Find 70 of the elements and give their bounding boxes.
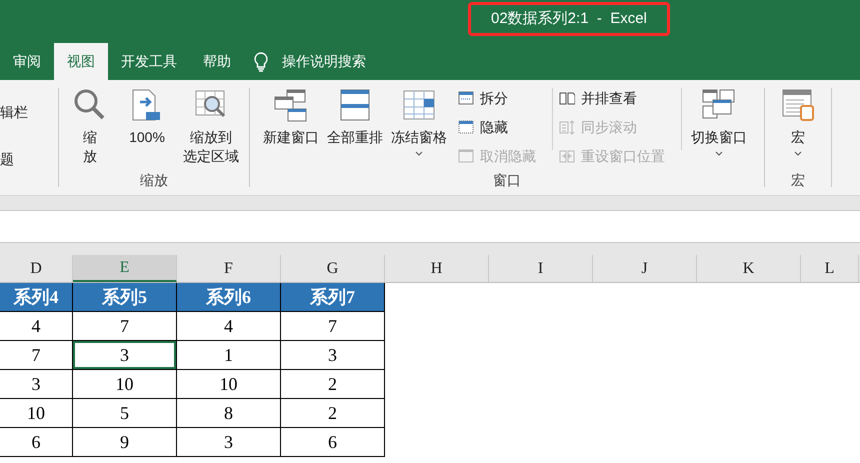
- side-by-side-icon: [559, 91, 575, 106]
- table-cell[interactable]: 7: [0, 341, 73, 370]
- magnifier-icon: [73, 88, 107, 122]
- column-header[interactable]: L: [801, 255, 859, 282]
- ribbon-button[interactable]: 缩 放: [61, 80, 119, 166]
- table-cell[interactable]: 3: [177, 428, 281, 457]
- table-cell[interactable]: 5: [73, 399, 177, 428]
- ribbon-command[interactable]: 隐藏: [458, 117, 546, 138]
- ribbon-tab[interactable]: 视图: [54, 43, 108, 80]
- table-cell[interactable]: 4: [177, 312, 281, 341]
- group-label: 窗口: [493, 171, 521, 190]
- table-cell[interactable]: 7: [73, 312, 177, 341]
- table-cell[interactable]: 2: [281, 399, 385, 428]
- table-cell[interactable]: 3: [0, 370, 73, 399]
- ribbon-command[interactable]: 辑栏: [0, 102, 58, 123]
- table-cell[interactable]: 7: [281, 312, 385, 341]
- sync-scroll-icon: [559, 120, 575, 135]
- ribbon-tab[interactable]: 审阅: [0, 43, 54, 80]
- ribbon-button[interactable]: 100%: [119, 80, 175, 147]
- table-header-cell: 系列5: [73, 283, 177, 312]
- ribbon-button[interactable]: 缩放到 选定区域: [175, 80, 247, 166]
- caret-icon: [715, 151, 723, 156]
- column-header[interactable]: J: [593, 255, 697, 282]
- ribbon-tab[interactable]: 开发工具: [108, 43, 190, 80]
- column-header[interactable]: E: [73, 255, 177, 282]
- table-cell[interactable]: 10: [73, 370, 177, 399]
- ribbon-button[interactable]: 全部重排: [324, 80, 386, 147]
- windows-icon: [274, 88, 308, 122]
- table-cell[interactable]: 3: [281, 341, 385, 370]
- column-header[interactable]: G: [281, 255, 385, 282]
- column-header[interactable]: F: [177, 255, 281, 282]
- ribbon-tab[interactable]: 帮助: [190, 43, 244, 80]
- table-cell[interactable]: 8: [177, 399, 281, 428]
- unhide-icon: [458, 149, 474, 164]
- table-cell[interactable]: 3: [73, 341, 177, 370]
- macro-sheet-icon: [781, 88, 815, 122]
- formula-bar[interactable]: [0, 210, 860, 243]
- lightbulb-icon: [254, 52, 268, 72]
- split-icon: [458, 91, 474, 106]
- search-link[interactable]: 操作说明搜索: [282, 51, 366, 72]
- hide-icon: [458, 120, 474, 135]
- reset-position-icon: [559, 149, 575, 164]
- column-header[interactable]: I: [489, 255, 593, 282]
- ribbon-button[interactable]: 新建窗口: [258, 80, 324, 147]
- table-cell[interactable]: 10: [0, 399, 73, 428]
- column-header[interactable]: H: [385, 255, 489, 282]
- group-label: 宏: [791, 171, 805, 190]
- ribbon-button[interactable]: 冻结窗格: [386, 80, 452, 156]
- window-title: 02数据系列2:1 - Excel: [468, 2, 670, 36]
- table-header-cell: 系列6: [177, 283, 281, 312]
- column-header[interactable]: K: [697, 255, 801, 282]
- stacked-window-icon: [338, 88, 372, 122]
- table-cell[interactable]: 6: [0, 428, 73, 457]
- caret-icon: [794, 151, 802, 156]
- table-cell[interactable]: 2: [281, 370, 385, 399]
- caret-icon: [415, 151, 423, 156]
- frozen-grid-icon: [402, 88, 436, 122]
- table-header-cell: 系列4: [0, 283, 73, 312]
- table-header-cell: 系列7: [281, 283, 385, 312]
- ribbon-button[interactable]: 切换窗口: [682, 80, 756, 156]
- table-cell[interactable]: 1: [177, 341, 281, 370]
- table-cell[interactable]: 10: [177, 370, 281, 399]
- group-label: 缩放: [140, 171, 168, 190]
- ribbon-button[interactable]: 宏: [769, 80, 827, 156]
- ribbon-command[interactable]: 并排查看: [559, 88, 675, 109]
- table-cell[interactable]: 4: [0, 312, 73, 341]
- table-cell[interactable]: 6: [281, 428, 385, 457]
- ribbon-command[interactable]: 题: [0, 149, 58, 170]
- table-cell[interactable]: 9: [73, 428, 177, 457]
- ribbon-command[interactable]: 拆分: [458, 88, 546, 109]
